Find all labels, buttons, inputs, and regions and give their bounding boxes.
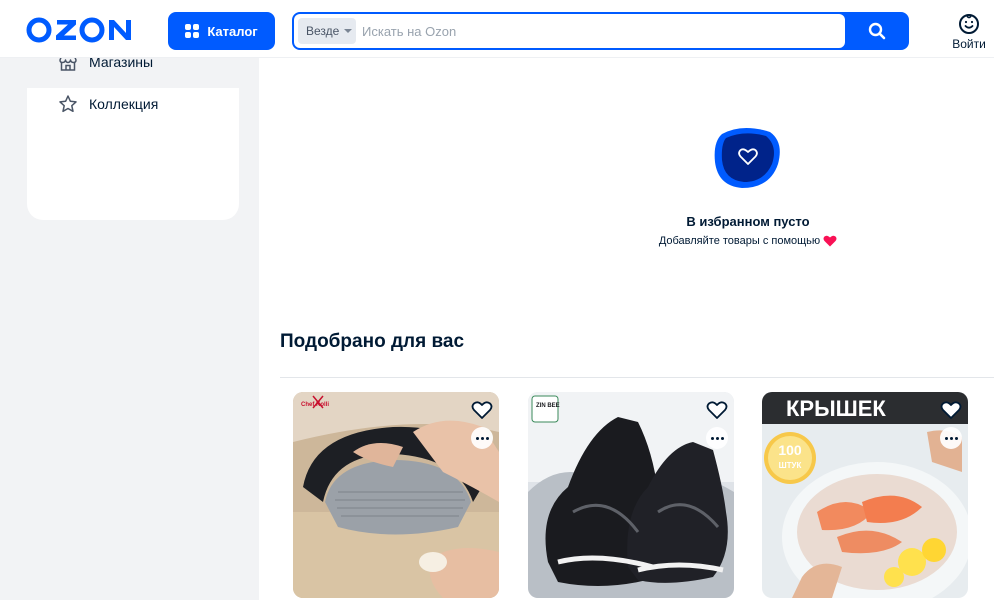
catalog-button-label: Каталог: [207, 23, 258, 39]
add-to-favorites-heart-icon[interactable]: [471, 400, 493, 420]
chevron-down-icon: [344, 29, 353, 33]
empty-favorites-subtitle: Добавляйте товары с помощью: [620, 235, 876, 247]
add-to-favorites-heart-icon[interactable]: [940, 400, 962, 420]
product-card[interactable]: Chef Kolli: [293, 392, 499, 598]
recommendations-title: Подобрано для вас: [280, 331, 465, 352]
search-scope-select[interactable]: Везде: [298, 18, 356, 44]
ozon-logo-mark: [26, 17, 131, 43]
login-button[interactable]: Войти: [946, 13, 992, 51]
star-icon: [59, 95, 77, 113]
ozon-logo[interactable]: [26, 16, 136, 49]
product-card[interactable]: 100 ШТУК КРЫШЕК: [762, 392, 968, 598]
more-options-button[interactable]: [471, 427, 493, 449]
sidebar-item-label: Коллекция: [89, 96, 159, 112]
heart-bubble-icon: [714, 127, 780, 188]
login-label: Войти: [952, 37, 986, 51]
user-face-icon: [959, 14, 979, 34]
app-root: Каталог Везде Искать на Ozon Войти Магаз…: [0, 0, 994, 600]
sidebar-item-collection[interactable]: Коллекция: [58, 94, 158, 114]
garlic-press-image: Chef Kolli: [293, 392, 499, 598]
top-header: Каталог Везде Искать на Ozon Войти: [0, 0, 994, 58]
add-to-favorites-heart-icon[interactable]: [706, 400, 728, 420]
badge-unit: ШТУК: [779, 461, 802, 470]
red-heart-icon: [823, 235, 837, 247]
search-icon: [868, 22, 886, 40]
catalog-button[interactable]: Каталог: [168, 12, 275, 50]
search-scope-label: Везде: [306, 24, 340, 38]
search-input[interactable]: [362, 20, 832, 42]
more-options-button[interactable]: [940, 427, 962, 449]
section-divider: [280, 377, 994, 378]
product-card[interactable]: ZIN BEE: [528, 392, 734, 598]
grid-icon: [185, 24, 200, 38]
empty-favorites-illustration: [712, 126, 784, 195]
search-bar: Везде: [292, 12, 909, 50]
more-options-button[interactable]: [706, 427, 728, 449]
empty-favorites-title: В избранном пусто: [686, 214, 810, 229]
product-headline: КРЫШЕК: [786, 396, 886, 421]
empty-favorites-subtitle-text: Добавляйте товары с помощью: [658, 235, 821, 247]
plastic-covers-image: 100 ШТУК КРЫШЕК: [762, 392, 968, 598]
black-sneakers-image: ZIN BEE: [528, 392, 734, 598]
badge-number: 100: [778, 442, 802, 458]
sidebar: [0, 58, 259, 600]
search-field-wrap: Везде: [294, 14, 845, 48]
brand-mark: ZIN BEE: [536, 403, 560, 409]
search-button[interactable]: [845, 12, 909, 50]
